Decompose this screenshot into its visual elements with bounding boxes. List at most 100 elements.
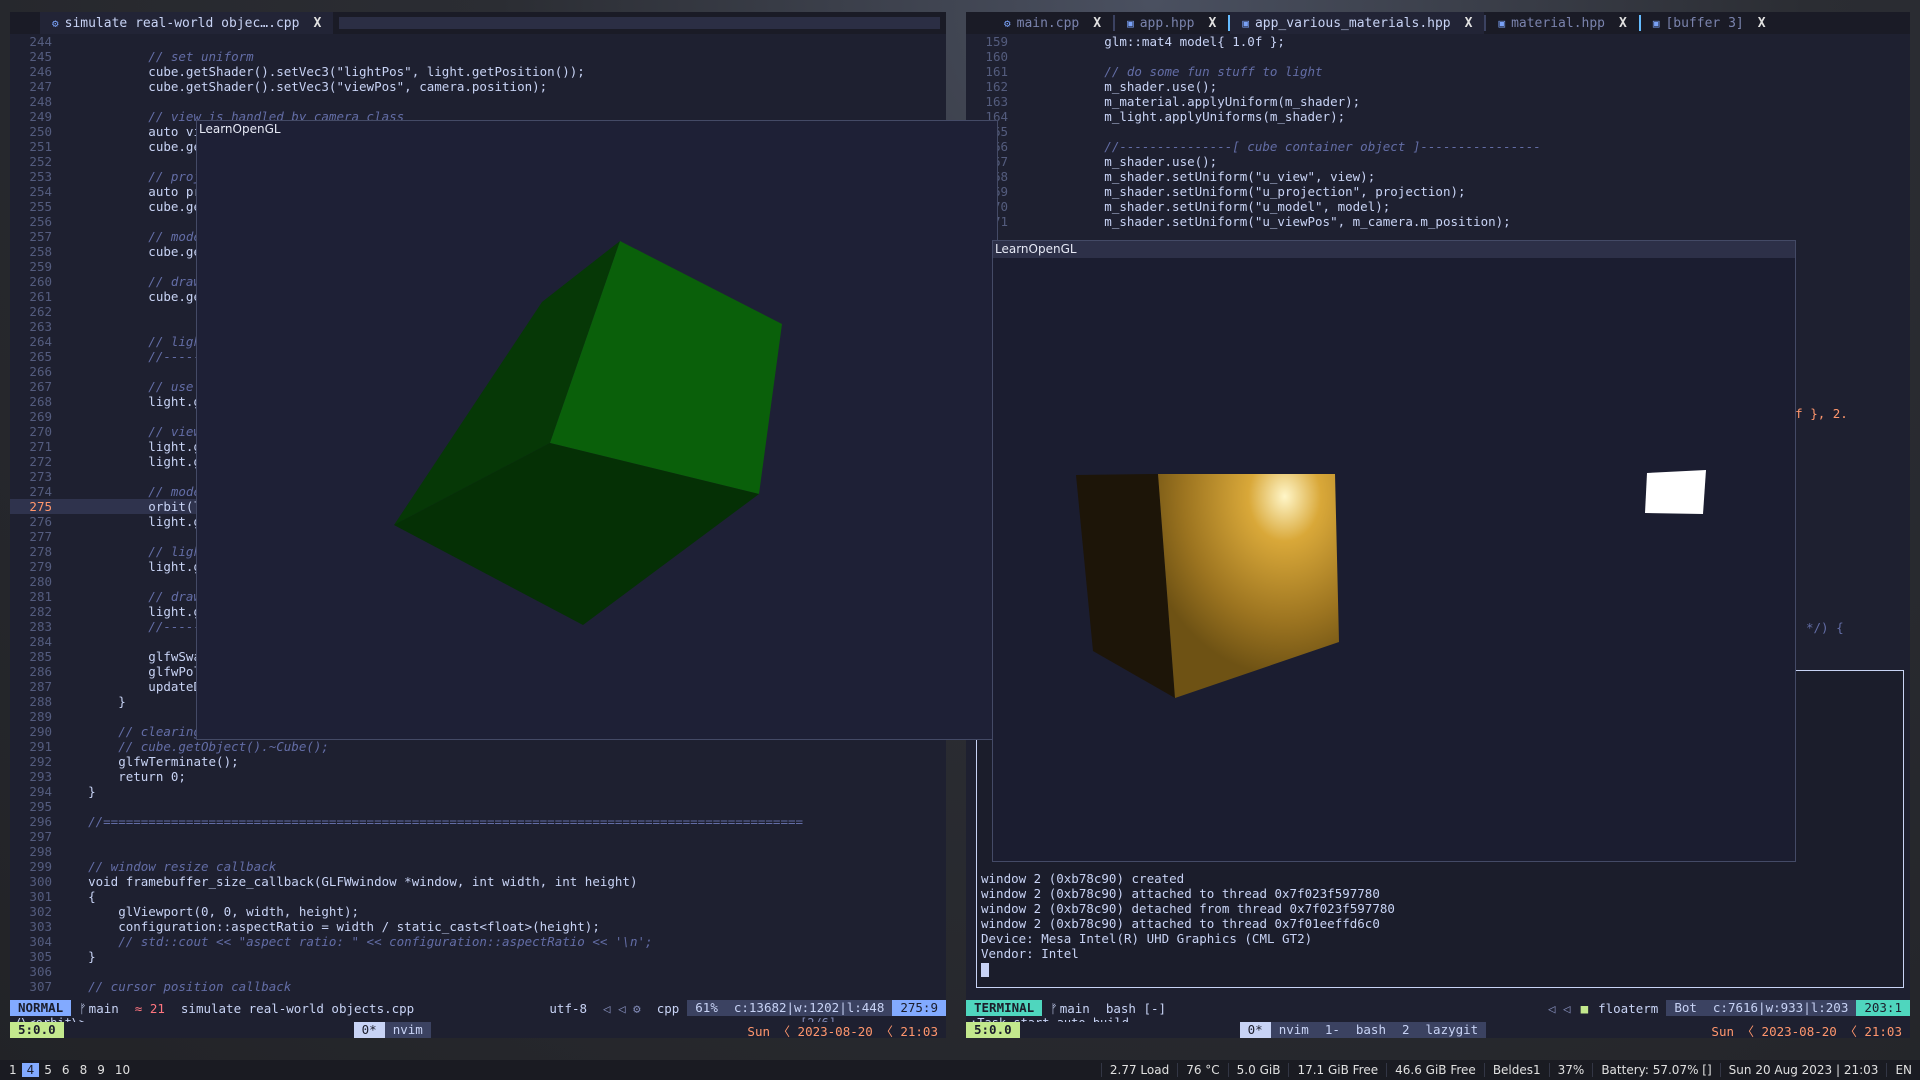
workspace-9[interactable]: 9 (92, 1063, 110, 1077)
code-line[interactable]: 161 // do some fun stuff to light (966, 64, 1910, 79)
code-line[interactable]: 169 m_shader.setUniform("u_projection", … (966, 184, 1910, 199)
line-text: // model (58, 229, 209, 244)
workspace-4[interactable]: 4 (21, 1063, 40, 1077)
cursor-position: 203:1 (1856, 1000, 1910, 1016)
code-line[interactable]: 159 glm::mat4 model{ 1.0f }; (966, 34, 1910, 49)
opengl-window-green-cube[interactable]: LearnOpenGL (196, 120, 998, 740)
code-line[interactable]: 291 // cube.getObject().~Cube(); (10, 739, 946, 754)
line-text: // projec (58, 169, 217, 184)
workspace-5[interactable]: 5 (39, 1063, 57, 1077)
penguin-icon: ◁ ◁ ⚙ (603, 1000, 641, 1016)
code-line[interactable]: 304 // std::cout << "aspect ratio: " << … (10, 934, 946, 949)
code-line[interactable]: 244 (10, 34, 946, 49)
code-line[interactable]: 168 m_shader.setUniform("u_view", view); (966, 169, 1910, 184)
code-line[interactable]: 300 void framebuffer_size_callback(GLFWw… (10, 874, 946, 889)
tmux-window-index[interactable]: 0* (1239, 1022, 1271, 1038)
line-number: 264 (29, 334, 52, 349)
file-encoding: utf-8 (549, 1000, 588, 1016)
workspace-1[interactable]: 1 (4, 1063, 22, 1077)
line-text: light.get (58, 559, 217, 574)
tab-simulate-real-world-objects[interactable]: ⚙ simulate real-world objec….cpp X (40, 12, 334, 34)
code-line[interactable]: 306 (10, 964, 946, 979)
floaterm-icon: ■ (1580, 1000, 1589, 1016)
file-icon: ⚙ (1004, 16, 1011, 30)
code-line[interactable]: 246 cube.getShader().setVec3("lightPos",… (10, 64, 946, 79)
close-tab-button[interactable]: X (1209, 16, 1217, 31)
git-branch-icon: ᚠ (1050, 1000, 1058, 1016)
tab-main-cpp[interactable]: ⚙ main.cpp X (992, 12, 1113, 34)
tmux-window-index[interactable]: 0* (353, 1022, 385, 1038)
close-tab-button[interactable]: X (1758, 16, 1766, 31)
line-text: m_shader.use(); (1014, 154, 1218, 169)
tab-app-hpp[interactable]: ▣ app.hpp X (1115, 12, 1228, 34)
tmux-window-name[interactable]: nvim (1270, 1022, 1317, 1038)
cube-face-dark (1076, 474, 1175, 698)
line-number: 307 (29, 979, 52, 994)
code-line[interactable]: 162 m_shader.use(); (966, 79, 1910, 94)
close-tab-button[interactable]: X (1093, 16, 1101, 31)
line-number: 160 (985, 49, 1008, 64)
code-line[interactable]: 303 configuration::aspectRatio = width /… (10, 919, 946, 934)
line-number: 291 (29, 739, 52, 754)
code-line[interactable]: 293 return 0; (10, 769, 946, 784)
code-line[interactable]: 292 glfwTerminate(); (10, 754, 946, 769)
workspace-10[interactable]: 10 (110, 1063, 135, 1077)
code-line[interactable]: 302 glViewport(0, 0, width, height); (10, 904, 946, 919)
line-text: auto view (58, 124, 217, 139)
code-line[interactable]: 298 (10, 844, 946, 859)
code-line[interactable]: 248 (10, 94, 946, 109)
window-title[interactable]: LearnOpenGL (993, 241, 1795, 258)
tmux-date: Sun 〈 2023-08-20 〈 21:03 (747, 1023, 938, 1039)
terminal-line: Device: Mesa Intel(R) UHD Graphics (CML … (981, 931, 1313, 946)
code-line[interactable]: 296 //==================================… (10, 814, 946, 829)
tmux-window-name[interactable]: nvim (384, 1022, 431, 1038)
workspace-6[interactable]: 6 (57, 1063, 75, 1077)
code-line[interactable]: 301 { (10, 889, 946, 904)
line-text: m_shader.setUniform("u_viewPos", m_camer… (1014, 214, 1511, 229)
line-text: light.get (58, 454, 217, 469)
code-line[interactable]: 170 m_shader.setUniform("u_model", model… (966, 199, 1910, 214)
code-line[interactable]: 167 m_shader.use(); (966, 154, 1910, 169)
line-text: light.get (58, 439, 217, 454)
tab-label: simulate real-world objec….cpp (64, 15, 300, 31)
close-tab-button[interactable]: X (313, 16, 321, 31)
tab--buffer-3-[interactable]: ▣ [buffer 3] X (1641, 12, 1778, 34)
close-tab-button[interactable]: X (1619, 16, 1627, 31)
tab-app-various-materials-hpp[interactable]: ▣ app_various_materials.hpp X (1230, 12, 1485, 34)
line-text: m_light.applyUniforms(m_shader); (1014, 109, 1346, 124)
tab-label: app_various_materials.hpp (1254, 15, 1451, 31)
system-status-bar: 1 4 5 6 8 9 10 2.77 Load 76 °C 5.0 GiB 17.1 GiB F… (0, 1060, 1920, 1080)
workspace-list: 1 4 5 6 8 9 10 (0, 1063, 135, 1077)
opengl-window-gold-cube[interactable]: LearnOpenGL (992, 240, 1796, 862)
tab-material-hpp[interactable]: ▣ material.hpp X (1486, 12, 1638, 34)
code-line[interactable]: 163 m_material.applyUniform(m_shader); (966, 94, 1910, 109)
code-line[interactable]: 305 } (10, 949, 946, 964)
code-line[interactable]: 295 (10, 799, 946, 814)
right-statusline: TERMINAL ᚠ main bash [-] ◁ ◁ ■ floaterm … (966, 1000, 1910, 1016)
code-line[interactable]: 297 (10, 829, 946, 844)
code-line[interactable]: 307 // cursor position callback (10, 979, 946, 994)
code-line[interactable]: 294 } (10, 784, 946, 799)
line-text: m_shader.setUniform("u_view", view); (1014, 169, 1376, 184)
line-number: 303 (29, 919, 52, 934)
workspace-8[interactable]: 8 (75, 1063, 93, 1077)
code-line[interactable]: 166 //---------------[ cube container ob… (966, 139, 1910, 154)
system-indicator: Beldes1 (1483, 1063, 1549, 1077)
close-tab-button[interactable]: X (1465, 16, 1473, 31)
terminal-line: window 2 (0xb78c90) attached to thread 0… (981, 886, 1380, 901)
code-line[interactable]: 299 // window resize callback (10, 859, 946, 874)
code-line[interactable]: 160 (966, 49, 1910, 64)
code-line[interactable]: 165 (966, 124, 1910, 139)
code-line[interactable]: 171 m_shader.setUniform("u_viewPos", m_c… (966, 214, 1910, 229)
line-text: // cursor position callback (58, 979, 292, 994)
window-title[interactable]: LearnOpenGL (197, 121, 997, 138)
tmux-window-name[interactable]: lazygit (1417, 1022, 1487, 1038)
code-line[interactable]: 245 // set uniform (10, 49, 946, 64)
tmux-window-index[interactable]: 2 (1393, 1022, 1418, 1038)
code-line[interactable]: 164 m_light.applyUniforms(m_shader); (966, 109, 1910, 124)
line-text: cube.getS (58, 244, 217, 259)
tmux-window-name[interactable]: bash (1347, 1022, 1394, 1038)
line-number: 162 (985, 79, 1008, 94)
code-line[interactable]: 247 cube.getShader().setVec3("viewPos", … (10, 79, 946, 94)
tmux-window-index[interactable]: 1- (1316, 1022, 1348, 1038)
